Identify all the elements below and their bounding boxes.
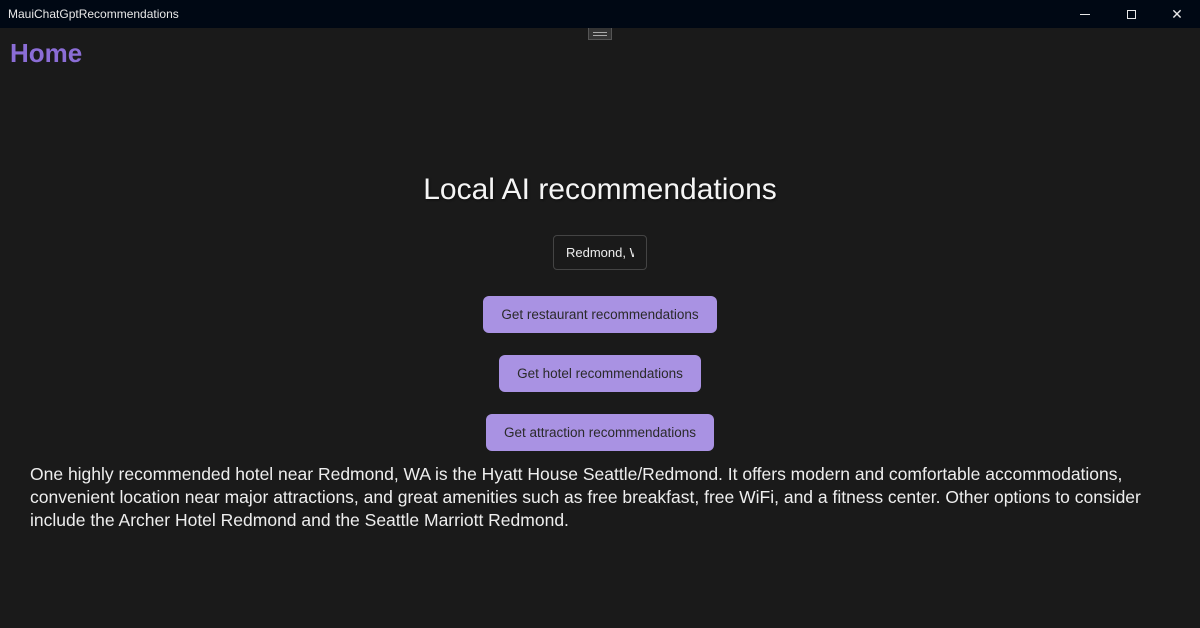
window-controls: ✕ [1062,0,1200,28]
home-nav-label[interactable]: Home [10,38,82,69]
get-restaurant-button[interactable]: Get restaurant recommendations [483,296,716,333]
page-title: Local AI recommendations [423,173,777,207]
recommendation-result: One highly recommended hotel near Redmon… [30,463,1170,531]
maximize-icon [1127,10,1136,19]
window-titlebar: MauiChatGptRecommendations ✕ [0,0,1200,28]
minimize-button[interactable] [1062,0,1108,28]
close-button[interactable]: ✕ [1154,0,1200,28]
get-hotel-button[interactable]: Get hotel recommendations [499,355,701,392]
close-icon: ✕ [1171,7,1183,21]
get-attraction-button[interactable]: Get attraction recommendations [486,414,714,451]
maximize-button[interactable] [1108,0,1154,28]
drag-handle-icon [593,32,607,33]
location-input[interactable] [553,235,647,270]
content-area: Home Local AI recommendations Get restau… [0,28,1200,628]
main-content: Local AI recommendations Get restaurant … [0,28,1200,473]
minimize-icon [1080,14,1090,15]
drag-handle-icon [593,35,607,36]
window-title: MauiChatGptRecommendations [8,7,179,21]
drag-handle[interactable] [588,28,612,40]
